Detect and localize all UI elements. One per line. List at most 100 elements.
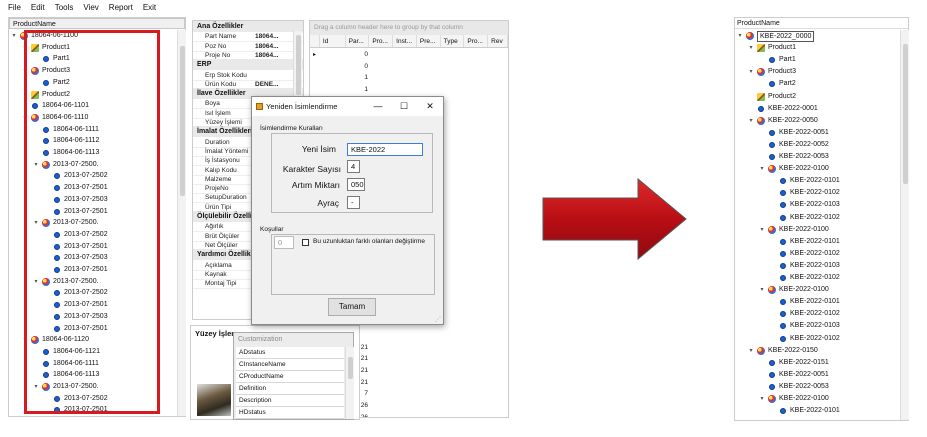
- customization-scroll-thumb[interactable]: [348, 357, 353, 379]
- properties-scroll-thumb[interactable]: [296, 35, 301, 95]
- column-pro2[interactable]: Pro...: [464, 35, 489, 47]
- customization-item[interactable]: HDstatus: [236, 407, 344, 419]
- part-icon: [769, 371, 775, 378]
- column-id[interactable]: Id: [320, 35, 346, 47]
- menu-tools[interactable]: Tools: [55, 3, 74, 15]
- tree-node[interactable]: ▾ KBE-2022-0100: [759, 163, 829, 175]
- customization-item[interactable]: Definition: [236, 383, 344, 395]
- increment-input[interactable]: 050: [347, 178, 365, 191]
- tree-node[interactable]: KBE-2022-0102: [770, 248, 840, 260]
- tree-node[interactable]: KBE-2022-0102: [770, 333, 840, 345]
- chevron-down-icon[interactable]: ▾: [759, 224, 765, 236]
- tree-node[interactable]: KBE-2022-0103: [770, 260, 840, 272]
- tree-node[interactable]: Part2: [759, 78, 796, 90]
- right-tree-scroll-thumb[interactable]: [903, 44, 908, 184]
- left-tree-scrollbar[interactable]: [177, 30, 186, 416]
- resize-grip-icon[interactable]: ⋰: [435, 316, 441, 323]
- customization-item[interactable]: CInstanceName: [236, 359, 344, 371]
- tree-node[interactable]: KBE-2022-0102: [770, 308, 840, 320]
- tree-node[interactable]: KBE-2022-0101: [770, 175, 840, 187]
- chevron-down-icon[interactable]: ▾: [748, 42, 754, 54]
- menu-exit[interactable]: Exit: [143, 3, 156, 15]
- menu-edit[interactable]: Edit: [31, 3, 45, 15]
- tree-node[interactable]: KBE-2022-0103: [770, 320, 840, 332]
- tree-node-label: KBE-2022-0100: [779, 165, 829, 173]
- tree-node[interactable]: KBE-2022-0101: [770, 405, 840, 417]
- tree-node[interactable]: KBE-2022-0053: [759, 381, 829, 393]
- close-icon[interactable]: ✕: [417, 97, 443, 116]
- tree-node[interactable]: KBE-2022-0001: [748, 103, 818, 115]
- tree-node[interactable]: ▾ Product3: [748, 66, 796, 78]
- tree-node[interactable]: KBE-2022-0102: [770, 187, 840, 199]
- tree-node[interactable]: KBE-2022-0101: [770, 236, 840, 248]
- left-tree-scroll-thumb[interactable]: [180, 46, 185, 196]
- length-input[interactable]: 0: [274, 236, 294, 249]
- ok-button[interactable]: Tamam: [328, 298, 376, 316]
- tree-node[interactable]: ▾ KBE-2022-0100: [759, 284, 829, 296]
- part-icon: [780, 335, 786, 342]
- tree-node[interactable]: ▾ Product1: [748, 42, 796, 54]
- chevron-down-icon[interactable]: ▾: [759, 163, 765, 175]
- chevron-down-icon[interactable]: ▾: [759, 284, 765, 296]
- tree-node[interactable]: ▾ KBE-2022_0000: [737, 30, 815, 42]
- tree-header: ProductName: [9, 18, 185, 29]
- tree-node[interactable]: KBE-2022-0151: [759, 357, 829, 369]
- chevron-down-icon[interactable]: ▾: [748, 345, 754, 357]
- tree-node-label: Part2: [779, 80, 796, 88]
- tree-node[interactable]: ▾ KBE-2022-0100: [759, 224, 829, 236]
- tree-node-label: KBE-2022-0150: [768, 346, 818, 354]
- column-type[interactable]: Type: [441, 35, 465, 47]
- rules-label: İsimlendirme Kuralları: [260, 125, 323, 132]
- customization-scrollbar[interactable]: [345, 347, 354, 419]
- customization-item[interactable]: CProductName: [236, 371, 344, 383]
- tree-node[interactable]: ▾ KBE-2022-0100: [759, 393, 829, 405]
- tree-node[interactable]: KBE-2022-0102: [770, 272, 840, 284]
- char-count-input[interactable]: 4: [347, 160, 360, 173]
- chevron-down-icon[interactable]: ▾: [748, 66, 754, 78]
- tree-node[interactable]: Part1: [759, 54, 796, 66]
- column-rev[interactable]: Rev: [488, 35, 508, 47]
- tree-node-label: Product1: [768, 44, 797, 52]
- length-checkbox[interactable]: [302, 239, 309, 246]
- part-icon: [780, 408, 786, 415]
- tree-node-label: Part1: [779, 56, 796, 64]
- separator-input[interactable]: -: [347, 196, 360, 209]
- chevron-down-icon[interactable]: ▾: [759, 393, 765, 405]
- column-par[interactable]: Par...: [346, 35, 370, 47]
- menu-view[interactable]: Viev: [83, 3, 98, 15]
- tree-node[interactable]: KBE-2022-0101: [770, 296, 840, 308]
- minimize-icon[interactable]: —: [365, 97, 391, 116]
- customization-list[interactable]: ADstatus CInstanceName CProductName Definit…: [236, 347, 344, 419]
- right-tree[interactable]: ▾ KBE-2022_0000 ▾ Product1 Part1 ▾ Product3 Par…: [735, 30, 899, 422]
- customization-item[interactable]: ADstatus: [236, 347, 344, 359]
- tree-node[interactable]: KBE-2022-0103: [770, 199, 840, 211]
- column-inst[interactable]: Inst...: [393, 35, 417, 47]
- chevron-down-icon[interactable]: ▾: [748, 115, 754, 127]
- menu-report[interactable]: Report: [109, 3, 133, 15]
- tree-node[interactable]: KBE-2022-0051: [759, 127, 829, 139]
- menu-file[interactable]: File: [8, 3, 21, 15]
- grid-cell[interactable]: 0: [346, 61, 368, 73]
- customization-item[interactable]: Description: [236, 395, 344, 407]
- chevron-down-icon[interactable]: ▾: [737, 30, 743, 42]
- grid-cell[interactable]: 1: [346, 72, 368, 84]
- tree-node[interactable]: ▾ KBE-2022-0050: [748, 115, 818, 127]
- new-name-input[interactable]: KBE-2022: [347, 143, 423, 156]
- tree-node-label: KBE-2022-0102: [790, 213, 840, 221]
- tree-node[interactable]: KBE-2022-0052: [759, 139, 829, 151]
- right-tree-scrollbar[interactable]: [900, 30, 909, 420]
- grid-cell[interactable]: 0: [346, 49, 368, 61]
- chevron-down-icon[interactable]: ▾: [11, 30, 17, 42]
- tree-node-label: KBE-2022-0101: [790, 298, 840, 306]
- column-pre[interactable]: Pre...: [417, 35, 441, 47]
- tree-node[interactable]: Product2: [748, 91, 796, 103]
- tree-node[interactable]: KBE-2022-0051: [759, 369, 829, 381]
- grid-cell[interactable]: 1: [346, 84, 368, 96]
- tree-node[interactable]: ▾ KBE-2022-0150: [748, 345, 818, 357]
- column-pro[interactable]: Pro...: [369, 35, 394, 47]
- maximize-icon[interactable]: ☐: [391, 97, 417, 116]
- tree-node[interactable]: KBE-2022-0102: [770, 212, 840, 224]
- tree-node[interactable]: KBE-2022-0053: [759, 151, 829, 163]
- part-icon: [780, 323, 786, 330]
- assembly-icon: [768, 165, 776, 174]
